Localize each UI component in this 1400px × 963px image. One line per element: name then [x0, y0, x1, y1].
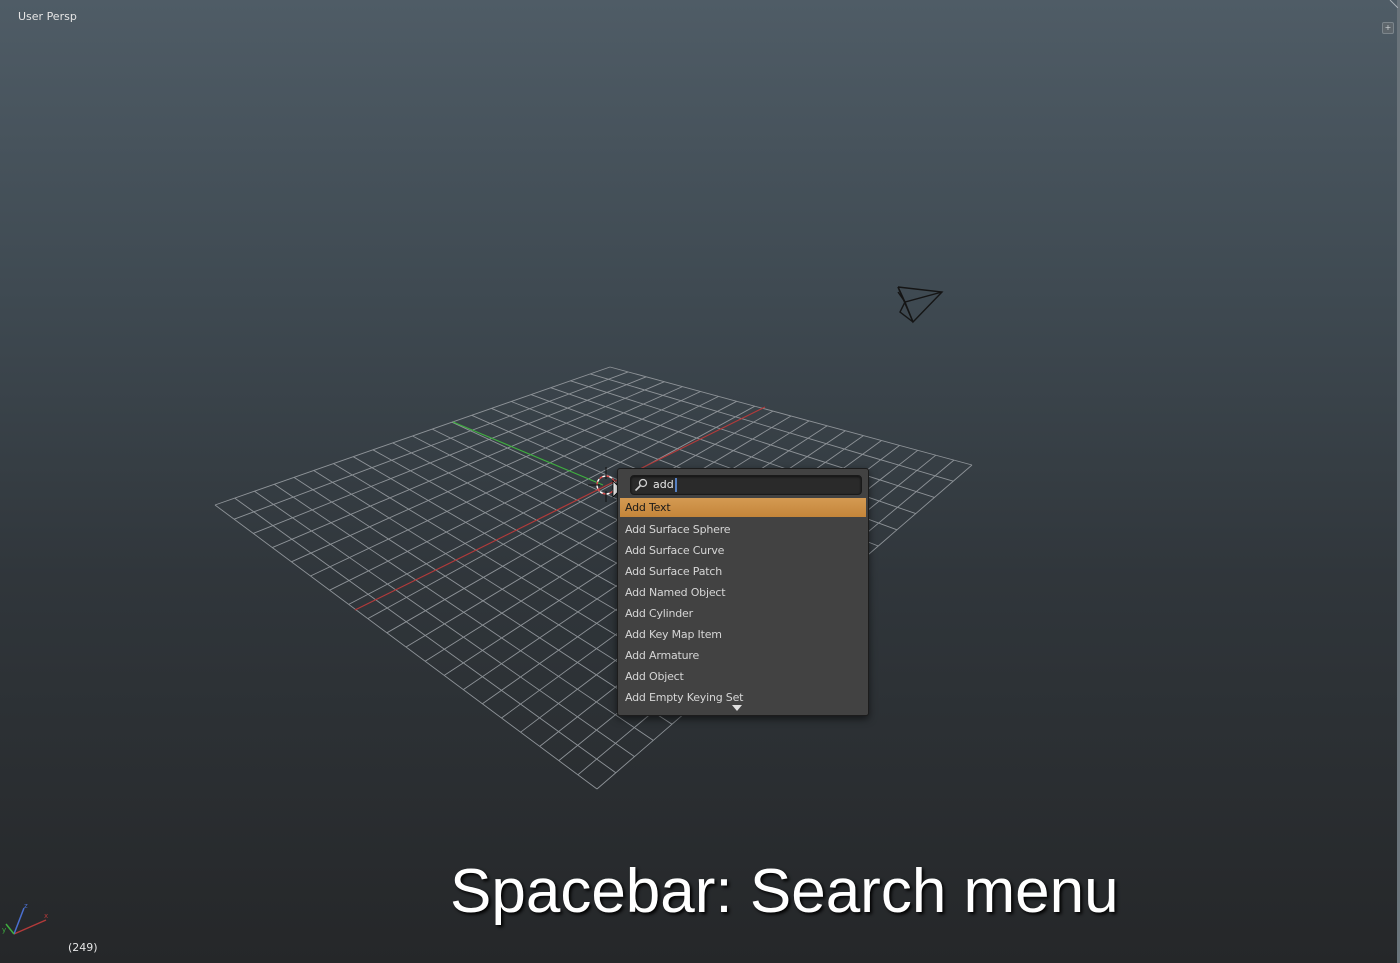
area-split-corner-icon[interactable] — [1388, 0, 1398, 8]
search-result-item[interactable]: Add Object — [620, 666, 866, 687]
search-result-item[interactable]: Add Named Object — [620, 582, 866, 603]
search-result-item[interactable]: Add Empty Keying Set — [620, 687, 866, 708]
frame-label: (249) — [68, 941, 98, 954]
search-input[interactable]: add — [630, 475, 862, 495]
svg-text:z: z — [24, 902, 28, 910]
axis-gizmo-icon: x y z — [2, 902, 48, 935]
search-result-item[interactable]: Add Armature — [620, 645, 866, 666]
search-result-item[interactable]: Add Surface Curve — [620, 540, 866, 561]
svg-text:x: x — [44, 912, 48, 920]
search-query-text: add — [653, 478, 674, 491]
search-icon — [634, 478, 648, 492]
properties-toggle-icon[interactable]: + — [1382, 22, 1394, 34]
grid-line — [609, 366, 973, 466]
search-result-item[interactable]: Add Surface Sphere — [620, 519, 866, 540]
search-result-item[interactable]: Add Key Map Item — [620, 624, 866, 645]
text-caret — [675, 478, 677, 492]
search-result-item[interactable]: Add Surface Patch — [620, 561, 866, 582]
grid-line — [590, 373, 954, 482]
search-menu-popup[interactable]: add Add Text Add Surface Sphere Add Surf… — [617, 468, 869, 716]
view-label: User Persp — [18, 10, 77, 23]
search-result-item[interactable]: Add Cylinder — [620, 603, 866, 624]
scroll-down-icon[interactable] — [732, 705, 742, 711]
search-result-item[interactable]: Add Text — [620, 498, 866, 517]
svg-text:y: y — [2, 926, 6, 934]
search-results-list: Add Text Add Surface Sphere Add Surface … — [620, 498, 866, 708]
camera-icon[interactable] — [897, 286, 944, 324]
tutorial-caption: Spacebar: Search menu — [450, 857, 1119, 926]
